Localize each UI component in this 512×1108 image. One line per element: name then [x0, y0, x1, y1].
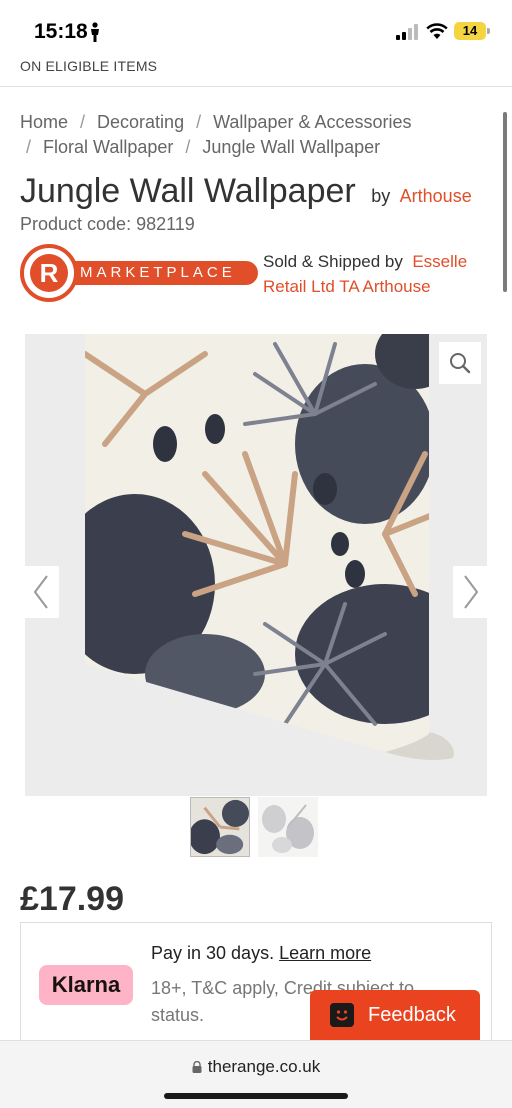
feedback-label: Feedback: [368, 1004, 456, 1026]
battery-indicator: 14: [454, 22, 490, 40]
zoom-button[interactable]: [439, 342, 481, 384]
marketplace-logo-letter: R: [30, 254, 68, 292]
search-icon: [450, 353, 471, 374]
breadcrumb-separator: /: [185, 137, 191, 157]
next-image-button[interactable]: [453, 566, 487, 618]
promo-banner: ON ELIGIBLE ITEMS: [20, 58, 158, 74]
marketplace-logo-circle: R: [20, 244, 78, 302]
price: £17.99: [20, 880, 124, 918]
breadcrumb-separator: /: [26, 137, 32, 157]
marketplace-logo: MARKETPLACE R: [20, 244, 258, 302]
product-code: Product code: 982119: [20, 214, 195, 235]
feedback-button[interactable]: Feedback: [310, 990, 480, 1040]
by-label: by: [371, 186, 391, 206]
breadcrumb-current[interactable]: Jungle Wall Wallpaper: [202, 137, 380, 157]
klarna-offer-text: Pay in 30 days.: [151, 943, 275, 963]
breadcrumb-home[interactable]: Home: [20, 112, 68, 132]
url-display[interactable]: therange.co.uk: [0, 1057, 512, 1077]
scrollbar[interactable]: [503, 112, 507, 292]
breadcrumb-floral-wallpaper[interactable]: Floral Wallpaper: [43, 137, 173, 157]
lock-icon: [192, 1061, 202, 1073]
thumbnail-image[interactable]: [258, 797, 318, 857]
breadcrumb-decorating[interactable]: Decorating: [97, 112, 184, 132]
klarna-logo: Klarna: [39, 965, 133, 1005]
brand-link[interactable]: Arthouse: [400, 186, 472, 206]
sold-by-label: Sold & Shipped by: [263, 252, 403, 271]
product-image[interactable]: [85, 334, 459, 764]
feedback-icon: [330, 1003, 354, 1027]
status-bar: 15:18 14: [0, 0, 512, 56]
product-code-value: 982119: [136, 214, 195, 234]
home-indicator[interactable]: [164, 1093, 348, 1099]
divider: [0, 86, 512, 87]
chevron-right-icon: [464, 575, 479, 609]
breadcrumb-separator: /: [196, 112, 202, 132]
url-text: therange.co.uk: [207, 1057, 321, 1076]
breadcrumb-wallpaper-accessories[interactable]: Wallpaper & Accessories: [213, 112, 411, 132]
sold-by: Sold & Shipped by Esselle Retail Ltd TA …: [263, 249, 503, 299]
person-icon: [91, 22, 99, 42]
product-image-gallery[interactable]: [25, 334, 487, 796]
learn-more-link[interactable]: Learn more: [279, 943, 371, 963]
previous-image-button[interactable]: [25, 566, 59, 618]
chevron-left-icon: [33, 575, 48, 609]
breadcrumb: Home / Decorating / Wallpaper & Accessories …: [20, 110, 480, 160]
thumbnail-image[interactable]: [190, 797, 250, 857]
breadcrumb-separator: /: [80, 112, 86, 132]
product-code-label: Product code:: [20, 214, 132, 234]
wifi-icon: [426, 23, 448, 39]
product-title: Jungle Wall Wallpaper: [20, 172, 356, 210]
status-time: 15:18: [34, 20, 88, 43]
klarna-offer: Pay in 30 days. Learn more: [151, 943, 371, 964]
browser-address-bar[interactable]: therange.co.uk: [0, 1040, 512, 1108]
marketplace-logo-text: MARKETPLACE: [72, 261, 258, 285]
page-title: Jungle Wall Wallpaper by Arthouse: [20, 172, 472, 211]
signal-icon: [396, 24, 418, 40]
